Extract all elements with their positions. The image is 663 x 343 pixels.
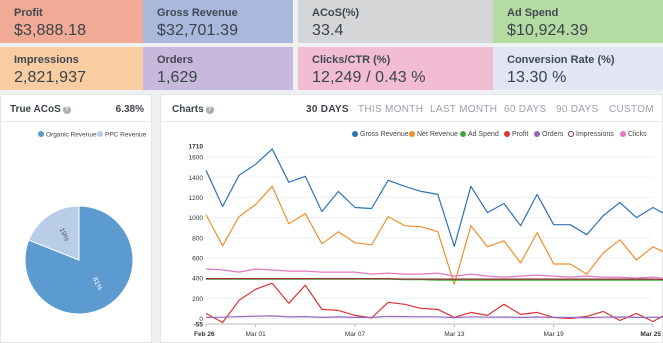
kpi-ad-spend-card: Ad Spend $10,924.39: [493, 0, 663, 43]
x-tick-label: Mar 01: [246, 331, 267, 338]
kpi-value: $10,924.39: [507, 22, 589, 39]
x-tick-label: Mar 07: [345, 331, 366, 338]
y-tick-label: 1200: [189, 195, 204, 202]
series-line-net-revenue[interactable]: [205, 185, 663, 285]
y-tick-label: -55: [194, 322, 204, 329]
pie-legend-organic[interactable]: Organic Revenue: [38, 131, 97, 139]
legend-label: Net Revenue: [417, 131, 458, 138]
series-line-orders[interactable]: [205, 315, 663, 319]
charts-panel: Charts? 30 DAYS THIS MONTH LAST MONTH 60…: [160, 94, 663, 343]
pie-legend-ppc[interactable]: PPC Revenue: [97, 131, 147, 139]
legend-label: Profit: [512, 131, 529, 138]
tab-90-days[interactable]: 90 DAYS: [556, 104, 599, 115]
true-acos-value: 6.38%: [115, 104, 144, 115]
kpi-profit-card: Profit $3,888.18: [0, 0, 143, 43]
legend-net-revenue[interactable]: Net Revenue: [409, 131, 458, 138]
kpi-impressions-card: Impressions 2,821,937: [0, 47, 143, 90]
legend-label: Orders: [542, 131, 564, 138]
legend-profit[interactable]: Profit: [504, 131, 528, 138]
legend-label: Gross Revenue: [360, 131, 409, 138]
tab-30-days[interactable]: 30 DAYS: [306, 104, 349, 115]
kpi-label: Gross Revenue: [157, 7, 238, 19]
pie-slices: 81%19%: [24, 205, 134, 315]
legend-dot-icon: [620, 131, 626, 137]
legend-orders[interactable]: Orders: [534, 131, 563, 138]
y-tick-label: 400: [192, 276, 203, 283]
y-tick-label: 1400: [189, 175, 204, 182]
dashboard: Profit $3,888.18 Gross Revenue $32,701.3…: [0, 0, 663, 343]
kpi-label: Profit: [14, 7, 43, 19]
kpi-orders-card: Orders 1,629: [143, 47, 293, 90]
kpi-value: $32,701.39: [157, 22, 239, 39]
legend-label: Organic Revenue: [46, 132, 97, 139]
legend-dot-icon: [38, 131, 44, 137]
kpi-label: Clicks/CTR (%): [312, 54, 391, 66]
divider: [161, 121, 662, 122]
kpi-value: 1,629: [157, 69, 198, 86]
legend-dot-icon: [568, 131, 574, 137]
tab-this-month[interactable]: THIS MONTH: [358, 104, 423, 115]
charts-title: Charts?: [172, 104, 214, 115]
kpi-conversion-rate-card: Conversion Rate (%) 13.30 %: [493, 47, 663, 90]
kpi-value: 33.4: [312, 22, 344, 39]
true-acos-title: True ACoS?: [10, 104, 71, 115]
y-tick-label: 1600: [189, 155, 204, 162]
series-line-clicks[interactable]: [205, 268, 663, 279]
y-tick-label: 200: [192, 296, 203, 303]
y-tick-label: 600: [192, 255, 203, 262]
kpi-value: $3,888.18: [14, 22, 87, 39]
legend-impressions[interactable]: Impressions: [568, 131, 614, 138]
kpi-acos-card: ACoS(%) 33.4: [298, 0, 493, 43]
kpi-label: ACoS(%): [312, 7, 360, 19]
tab-last-month[interactable]: LAST MONTH: [430, 104, 497, 115]
kpi-value: 12,249 / 0.43 %: [312, 69, 426, 86]
legend-dot-icon: [504, 131, 510, 137]
kpi-label: Ad Spend: [507, 7, 559, 19]
legend-ad-spend[interactable]: Ad Spend: [460, 131, 499, 138]
kpi-gross-revenue-card: Gross Revenue $32,701.39: [143, 0, 293, 43]
kpi-value: 13.30 %: [507, 69, 567, 86]
true-acos-panel: True ACoS? 6.38% Organic Revenue PPC Rev…: [0, 94, 152, 343]
true-acos-pie-chart: Organic Revenue PPC Revenue 81%19%: [24, 131, 147, 315]
line-chart: 171016001400120010008006004002000-55Feb …: [189, 144, 663, 338]
legend-gross-revenue[interactable]: Gross Revenue: [352, 131, 409, 138]
help-icon[interactable]: ?: [205, 106, 214, 114]
legend-dot-icon: [97, 131, 103, 137]
help-icon[interactable]: ?: [62, 106, 71, 114]
legend-label: Impressions: [576, 131, 614, 138]
legend-label: Ad Spend: [468, 131, 499, 138]
kpi-clicks-ctr-card: Clicks/CTR (%) 12,249 / 0.43 %: [298, 47, 493, 90]
true-acos-title-text: True ACoS: [10, 104, 61, 115]
kpi-label: Conversion Rate (%): [507, 54, 615, 66]
legend-dot-icon: [352, 131, 358, 137]
kpi-label: Orders: [157, 54, 194, 66]
y-tick-label: 1000: [189, 215, 204, 222]
x-tick-label: Mar 25: [640, 331, 661, 338]
tab-custom[interactable]: CUSTOM: [609, 104, 654, 115]
x-tick-label: Mar 13: [444, 331, 465, 338]
charts-title-text: Charts: [172, 104, 204, 115]
kpi-value: 2,821,937: [14, 69, 87, 86]
x-tick-label: Feb 26: [194, 331, 215, 338]
x-tick-label: Mar 19: [544, 331, 565, 338]
legend-clicks[interactable]: Clicks: [620, 131, 647, 138]
legend-dot-icon: [409, 131, 415, 137]
kpi-label: Impressions: [14, 54, 79, 66]
tab-60-days[interactable]: 60 DAYS: [504, 104, 547, 115]
legend-dot-icon: [460, 131, 466, 137]
y-tick-label: 1710: [189, 144, 204, 151]
legend-dot-icon: [534, 131, 540, 137]
y-tick-label: 800: [192, 235, 203, 242]
legend-label: Clicks: [628, 131, 647, 138]
legend-label: PPC Revenue: [105, 132, 147, 139]
